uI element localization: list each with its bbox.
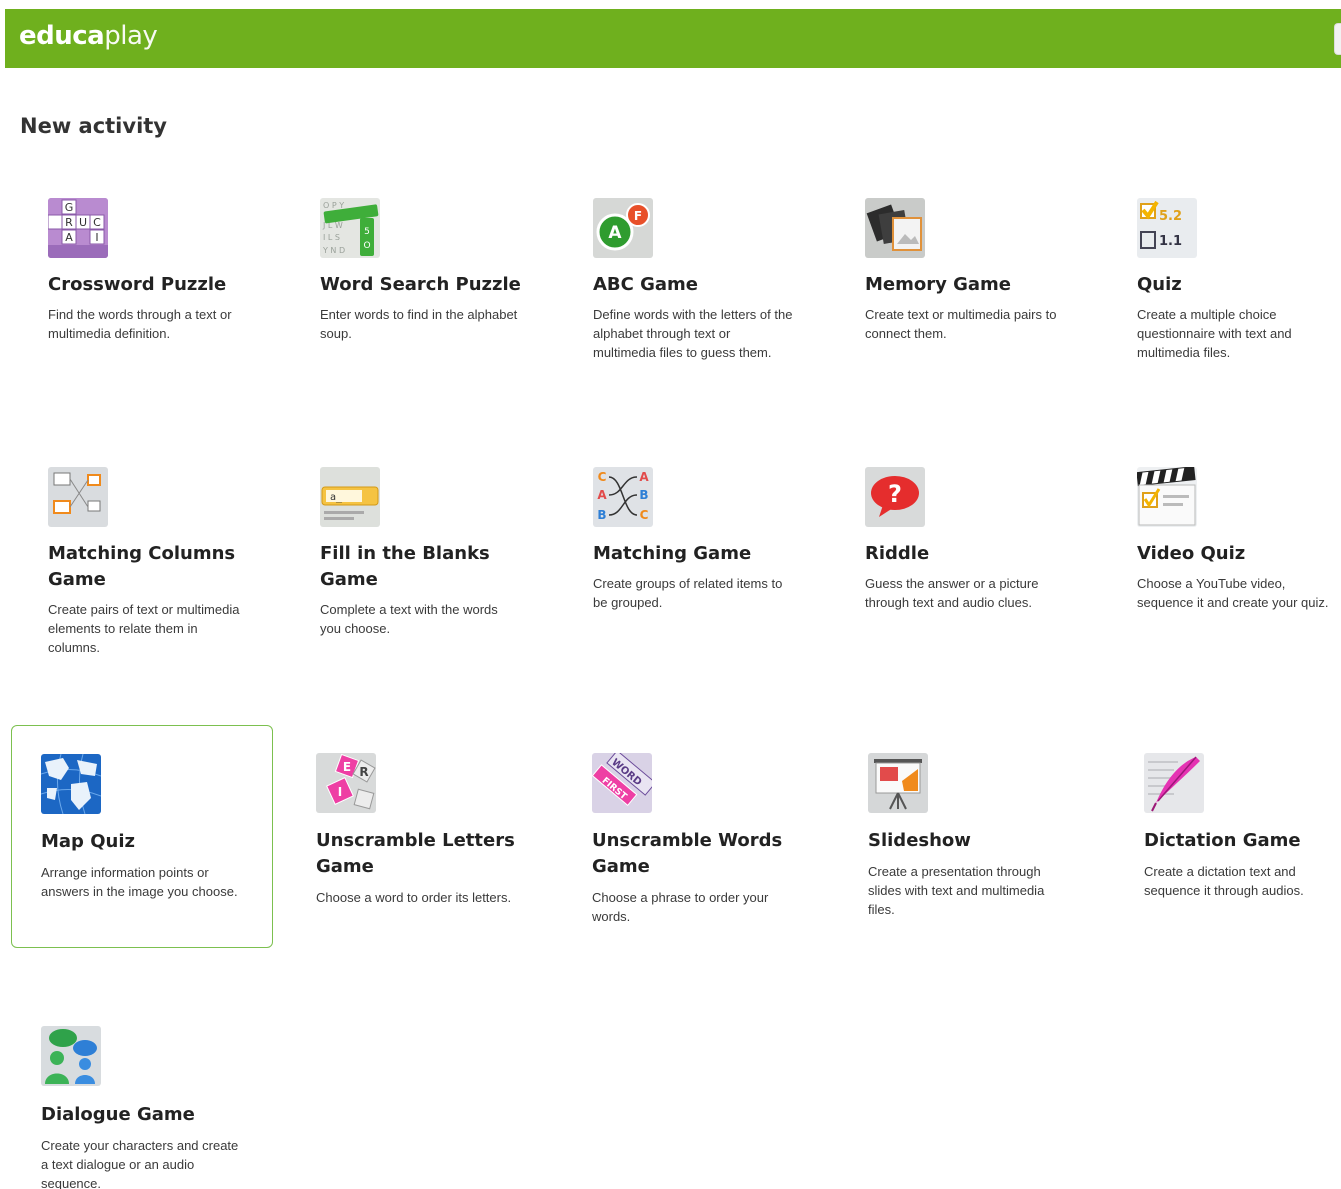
activity-description: Create your characters and create a text… xyxy=(41,1138,239,1189)
word-search-icon: O P YJ L WI L SY N D 5 O xyxy=(320,198,380,258)
activity-title: Dialogue Game xyxy=(41,1104,195,1125)
activity-card-quiz[interactable]: 5.2 1.1 Quiz Create a multiple choice qu… xyxy=(1137,198,1341,378)
activity-title: Map Quiz xyxy=(41,831,135,852)
top-bar: educaplay xyxy=(5,9,1341,68)
activity-title: Riddle xyxy=(865,543,930,564)
riddle-mark: ? xyxy=(888,480,902,508)
crossword-letter: I xyxy=(95,231,98,244)
crossword-letter: R xyxy=(65,216,73,229)
svg-text:O P Y: O P Y xyxy=(323,201,344,210)
activity-description: Choose a YouTube video, sequence it and … xyxy=(1137,576,1329,610)
fill-blanks-icon: a_ xyxy=(320,467,380,527)
activity-card-dictation[interactable]: Dictation Game Create a dictation text a… xyxy=(1144,753,1341,939)
quiz-number: 1.1 xyxy=(1159,234,1182,249)
matching-letter: A xyxy=(597,488,607,502)
activity-card-memory[interactable]: Memory Game Create text or multimedia pa… xyxy=(865,198,1127,378)
activity-card-matching-columns[interactable]: Matching Columns Game Create pairs of te… xyxy=(48,467,310,653)
matching-letter: C xyxy=(640,508,649,522)
abc-letter: F xyxy=(634,209,642,223)
crossword-letter: A xyxy=(65,231,73,244)
matching-letter: A xyxy=(639,470,649,484)
unscramble-letters-icon: E R I xyxy=(316,753,376,813)
matching-letter: B xyxy=(597,508,606,522)
activity-card-dialogue[interactable]: Dialogue Game Create your characters and… xyxy=(41,1026,303,1189)
scramble-letter: I xyxy=(338,785,342,799)
activity-title: Unscramble Letters Game xyxy=(316,830,515,877)
matching-letter: C xyxy=(598,470,607,484)
activity-card-unscramble-words[interactable]: WORD FIRST Unscramble Words Game Choose … xyxy=(592,753,854,939)
scramble-letter: R xyxy=(359,765,368,779)
activity-title: Word Search Puzzle xyxy=(320,274,521,295)
activity-description: Enter words to find in the alphabet soup… xyxy=(320,307,518,341)
activity-title: Matching Columns Game xyxy=(48,543,236,590)
activity-description: Guess the answer or a picture through te… xyxy=(865,576,1039,610)
activity-description: Create groups of related items to be gro… xyxy=(593,576,783,610)
logo-text-part1: educa xyxy=(19,21,105,51)
fill-blanks-text: a_ xyxy=(330,492,343,503)
activity-card-video-quiz[interactable]: Video Quiz Choose a YouTube video, seque… xyxy=(1137,467,1341,653)
abc-letter: A xyxy=(608,223,622,243)
crossword-icon: G R U C A I xyxy=(48,198,108,258)
video-quiz-icon xyxy=(1137,467,1197,527)
activity-card-map-quiz[interactable]: Map Quiz Arrange information points or a… xyxy=(11,725,273,948)
activity-description: Find the words through a text or multime… xyxy=(48,307,232,341)
activity-title: Slideshow xyxy=(868,830,971,851)
activity-title: Memory Game xyxy=(865,274,1012,295)
svg-text:I L S: I L S xyxy=(323,233,340,242)
quiz-icon: 5.2 1.1 xyxy=(1137,198,1197,258)
activity-card-slideshow[interactable]: Slideshow Create a presentation through … xyxy=(868,753,1130,939)
svg-text:Y N D: Y N D xyxy=(322,246,345,255)
crossword-letter: G xyxy=(65,201,74,214)
activity-description: Create a multiple choice questionnaire w… xyxy=(1137,307,1292,360)
map-icon xyxy=(41,754,101,814)
activity-card-crossword[interactable]: G R U C A I Crossword Puzzle Find the wo… xyxy=(48,198,310,378)
matching-letter: B xyxy=(639,488,648,502)
activity-title: Fill in the Blanks Game xyxy=(320,543,490,590)
activity-description: Choose a phrase to order your words. xyxy=(592,890,769,924)
matching-columns-icon xyxy=(48,467,108,527)
activity-description: Define words with the letters of the alp… xyxy=(593,307,793,360)
activity-description: Create pairs of text or multimedia eleme… xyxy=(48,602,240,653)
activity-card-fill-blanks[interactable]: a_ Fill in the Blanks Game Complete a te… xyxy=(320,467,582,653)
activity-title: ABC Game xyxy=(593,274,699,295)
activity-description: Create a presentation through slides wit… xyxy=(868,864,1045,917)
logo-text-part2: play xyxy=(104,21,158,51)
svg-text:O: O xyxy=(363,241,370,251)
activity-card-abc[interactable]: A F ABC Game Define words with the lette… xyxy=(593,198,855,378)
activity-card-word-search[interactable]: O P YJ L WI L SY N D 5 O Word Search Puz… xyxy=(320,198,582,378)
educaplay-logo[interactable]: educaplay xyxy=(19,21,158,51)
dictation-icon xyxy=(1144,753,1204,813)
slideshow-icon xyxy=(868,753,928,813)
activity-description: Choose a word to order its letters. xyxy=(316,890,512,905)
activity-description: Create text or multimedia pairs to conne… xyxy=(865,307,1057,341)
activity-title: Unscramble Words Game xyxy=(592,830,783,877)
activity-title: Quiz xyxy=(1137,274,1182,295)
activity-card-riddle[interactable]: ? Riddle Guess the answer or a picture t… xyxy=(865,467,1127,653)
crossword-letter: C xyxy=(93,216,101,229)
activity-description: Complete a text with the words you choos… xyxy=(320,602,498,636)
activity-title: Crossword Puzzle xyxy=(48,274,227,295)
quiz-number: 5.2 xyxy=(1159,209,1182,224)
scramble-letter: E xyxy=(343,760,351,774)
activity-description: Create a dictation text and sequence it … xyxy=(1144,864,1304,898)
riddle-icon: ? xyxy=(865,467,925,527)
activity-card-matching[interactable]: C A A B B C Matching Game Create groups … xyxy=(593,467,855,653)
header-menu-button[interactable] xyxy=(1334,23,1341,55)
dialogue-icon xyxy=(41,1026,101,1086)
svg-text:5: 5 xyxy=(364,227,370,237)
memory-icon xyxy=(865,198,925,258)
abc-icon: A F xyxy=(593,198,653,258)
page-title: New activity xyxy=(20,114,167,138)
activity-title: Matching Game xyxy=(593,543,752,564)
activity-title: Video Quiz xyxy=(1137,543,1246,564)
activity-description: Arrange information points or answers in… xyxy=(41,865,238,899)
activity-card-unscramble-letters[interactable]: E R I Unscramble Letters Game Choose a w… xyxy=(316,753,578,939)
activity-title: Dictation Game xyxy=(1144,830,1301,851)
unscramble-words-icon: WORD FIRST xyxy=(592,753,652,813)
matching-icon: C A A B B C xyxy=(593,467,653,527)
crossword-letter: U xyxy=(79,216,87,229)
